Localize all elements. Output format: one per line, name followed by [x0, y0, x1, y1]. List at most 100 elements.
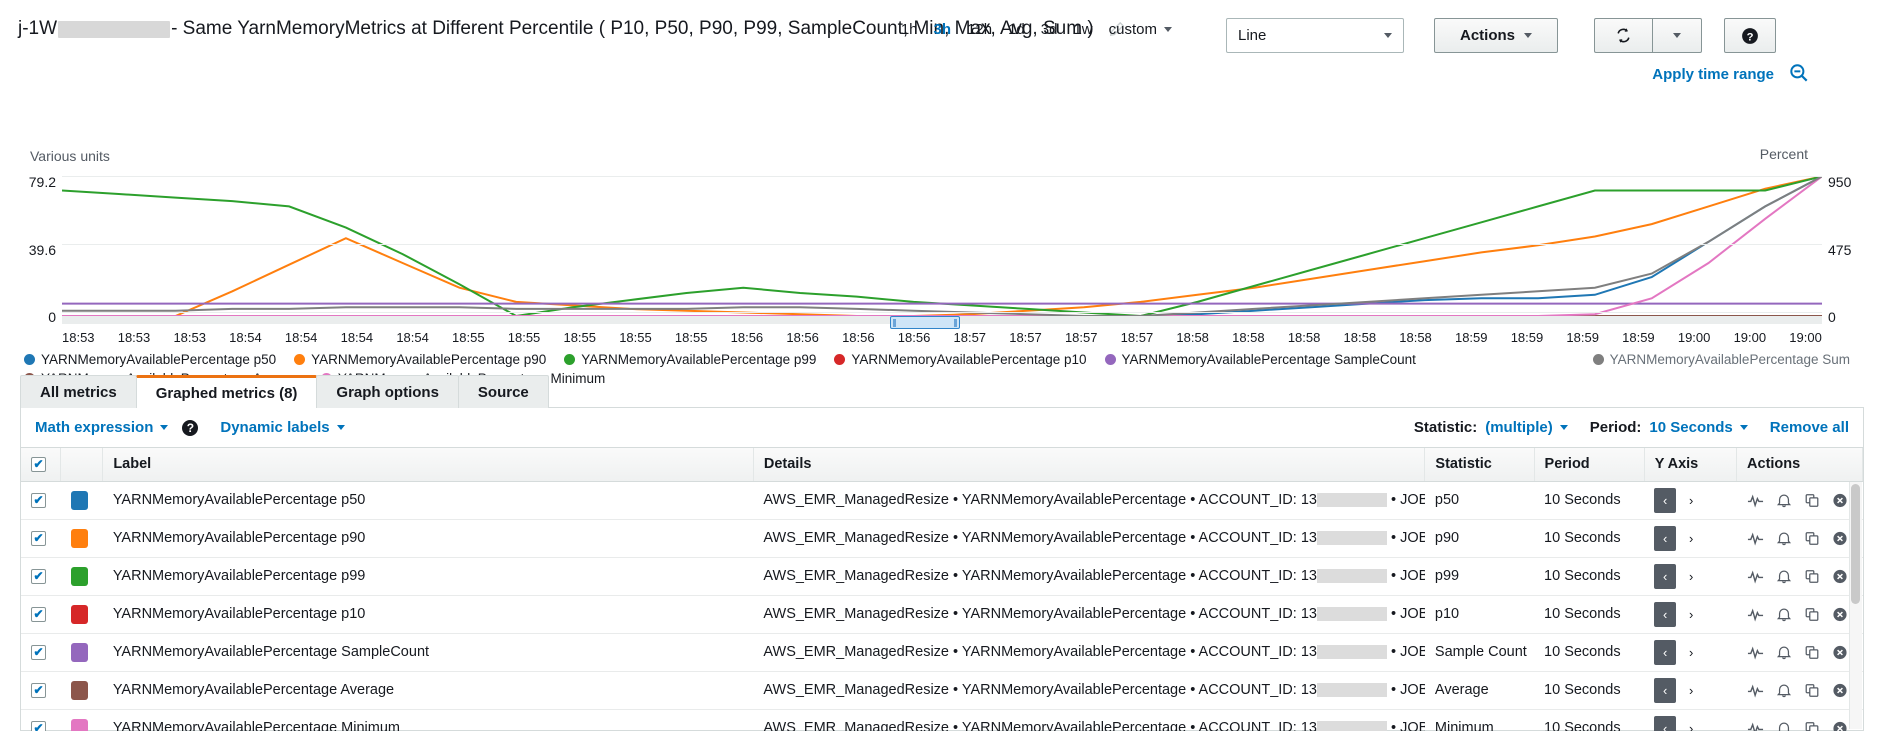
legend-item-1[interactable]: YARNMemoryAvailablePercentage p90	[294, 352, 546, 367]
legend-item-4[interactable]: YARNMemoryAvailablePercentage SampleCoun…	[1105, 352, 1416, 367]
dynamic-labels-dropdown[interactable]: Dynamic labels	[220, 419, 344, 436]
row-checkbox[interactable]: ✔	[31, 683, 46, 698]
row-period[interactable]: 10 Seconds	[1534, 481, 1644, 519]
scrollbar-thumb[interactable]	[1851, 484, 1860, 604]
legend-item-2[interactable]: YARNMemoryAvailablePercentage p99	[564, 352, 816, 367]
actions-button[interactable]: Actions	[1434, 18, 1558, 53]
duplicate-icon[interactable]	[1804, 606, 1820, 623]
help-button[interactable]: ?	[1724, 18, 1776, 53]
range-12h[interactable]: 12h	[967, 21, 992, 38]
refresh-button[interactable]	[1594, 18, 1652, 53]
yaxis-header[interactable]: Y Axis	[1644, 448, 1736, 481]
yaxis-left-button[interactable]: ‹	[1654, 716, 1676, 731]
series-color-swatch[interactable]	[71, 567, 88, 586]
table-row[interactable]: ✔ YARNMemoryAvailablePercentage SampleCou…	[21, 633, 1863, 671]
row-checkbox[interactable]: ✔	[31, 531, 46, 546]
series-color-swatch[interactable]	[71, 681, 88, 700]
table-row[interactable]: ✔YARNMemoryAvailablePercentage p10AWS_EM…	[21, 595, 1863, 633]
statistic-value[interactable]: (multiple)	[1485, 419, 1568, 436]
time-scrubber-handle[interactable]	[890, 316, 960, 329]
row-label[interactable]: YARNMemoryAvailablePercentage Average	[103, 671, 754, 709]
tab-graphed-metrics-8[interactable]: Graphed metrics (8)	[136, 375, 318, 408]
remove-circle-icon[interactable]	[1832, 720, 1848, 731]
period-header[interactable]: Period	[1534, 448, 1644, 481]
details-header[interactable]: Details	[753, 448, 1425, 481]
period-control[interactable]: Period: 10 Seconds	[1590, 419, 1748, 436]
duplicate-icon[interactable]	[1804, 682, 1820, 699]
remove-circle-icon[interactable]	[1832, 568, 1848, 585]
row-label[interactable]: YARNMemoryAvailablePercentage Minimum	[103, 709, 754, 731]
row-checkbox[interactable]: ✔	[31, 493, 46, 508]
duplicate-icon[interactable]	[1804, 530, 1820, 547]
row-period[interactable]: 10 Seconds	[1534, 671, 1644, 709]
range-3d[interactable]: 3d	[1041, 21, 1058, 38]
yaxis-left-button[interactable]: ‹	[1654, 678, 1676, 703]
duplicate-icon[interactable]	[1804, 492, 1820, 509]
remove-circle-icon[interactable]	[1832, 606, 1848, 623]
duplicate-icon[interactable]	[1804, 720, 1820, 731]
yaxis-left-button[interactable]: ‹	[1654, 602, 1676, 627]
series-color-swatch[interactable]	[71, 605, 88, 624]
bell-icon[interactable]	[1776, 530, 1792, 547]
graph-type-select[interactable]: Line	[1226, 18, 1404, 53]
select-all-checkbox[interactable]: ✔	[31, 457, 46, 472]
yaxis-right-button[interactable]: ›	[1680, 602, 1702, 627]
row-period[interactable]: 10 Seconds	[1534, 709, 1644, 731]
range-1h[interactable]: 1h	[901, 21, 918, 38]
row-label[interactable]: YARNMemoryAvailablePercentage p99	[103, 557, 754, 595]
yaxis-right-button[interactable]: ›	[1680, 678, 1702, 703]
range-1d[interactable]: 1d	[1008, 21, 1025, 38]
yaxis-right-button[interactable]: ›	[1680, 640, 1702, 665]
yaxis-left-button[interactable]: ‹	[1654, 640, 1676, 665]
plot-area[interactable]	[62, 176, 1822, 316]
waveform-icon[interactable]	[1747, 720, 1764, 731]
row-statistic[interactable]: Average	[1425, 671, 1534, 709]
yaxis-left-button[interactable]: ‹	[1654, 488, 1676, 513]
yaxis-left-button[interactable]: ‹	[1654, 526, 1676, 551]
row-statistic[interactable]: p50	[1425, 481, 1534, 519]
waveform-icon[interactable]	[1747, 530, 1764, 547]
statistic-header[interactable]: Statistic	[1425, 448, 1534, 481]
row-period[interactable]: 10 Seconds	[1534, 633, 1644, 671]
bell-icon[interactable]	[1776, 644, 1792, 661]
remove-all-button[interactable]: Remove all	[1770, 419, 1849, 436]
range-1w[interactable]: 1w	[1073, 21, 1092, 38]
waveform-icon[interactable]	[1747, 492, 1764, 509]
row-statistic[interactable]: p90	[1425, 519, 1534, 557]
table-row[interactable]: ✔YARNMemoryAvailablePercentage MinimumAW…	[21, 709, 1863, 731]
row-statistic[interactable]: Minimum	[1425, 709, 1534, 731]
remove-circle-icon[interactable]	[1832, 644, 1848, 661]
math-expression-dropdown[interactable]: Math expression	[35, 419, 168, 436]
row-checkbox[interactable]: ✔	[31, 607, 46, 622]
math-help-icon[interactable]: ?	[182, 420, 198, 436]
series-color-swatch[interactable]	[71, 529, 88, 548]
row-statistic[interactable]: Sample Count	[1425, 633, 1534, 671]
row-statistic[interactable]: p10	[1425, 595, 1534, 633]
waveform-icon[interactable]	[1747, 682, 1764, 699]
tab-all-metrics[interactable]: All metrics	[20, 375, 137, 408]
series-color-swatch[interactable]	[71, 719, 88, 731]
tab-graph-options[interactable]: Graph options	[316, 375, 459, 408]
row-label[interactable]: YARNMemoryAvailablePercentage SampleCoun…	[103, 633, 754, 671]
refresh-options-button[interactable]	[1652, 18, 1702, 53]
label-header[interactable]: Label	[103, 448, 754, 481]
row-checkbox[interactable]: ✔	[31, 645, 46, 660]
bell-icon[interactable]	[1776, 492, 1792, 509]
range-3h[interactable]: 3h	[934, 21, 952, 38]
waveform-icon[interactable]	[1747, 606, 1764, 623]
row-checkbox[interactable]: ✔	[31, 569, 46, 584]
row-statistic[interactable]: p99	[1425, 557, 1534, 595]
legend-item-3[interactable]: YARNMemoryAvailablePercentage p10	[834, 352, 1086, 367]
row-period[interactable]: 10 Seconds	[1534, 519, 1644, 557]
yaxis-right-button[interactable]: ›	[1680, 564, 1702, 589]
bell-icon[interactable]	[1776, 720, 1792, 731]
series-color-swatch[interactable]	[71, 491, 88, 510]
remove-circle-icon[interactable]	[1832, 682, 1848, 699]
tab-source[interactable]: Source	[458, 375, 549, 408]
yaxis-right-button[interactable]: ›	[1680, 526, 1702, 551]
yaxis-right-button[interactable]: ›	[1680, 716, 1702, 731]
waveform-icon[interactable]	[1747, 644, 1764, 661]
statistic-control[interactable]: Statistic: (multiple)	[1414, 419, 1568, 436]
yaxis-left-button[interactable]: ‹	[1654, 564, 1676, 589]
table-row[interactable]: ✔YARNMemoryAvailablePercentage p50AWS_EM…	[21, 481, 1863, 519]
